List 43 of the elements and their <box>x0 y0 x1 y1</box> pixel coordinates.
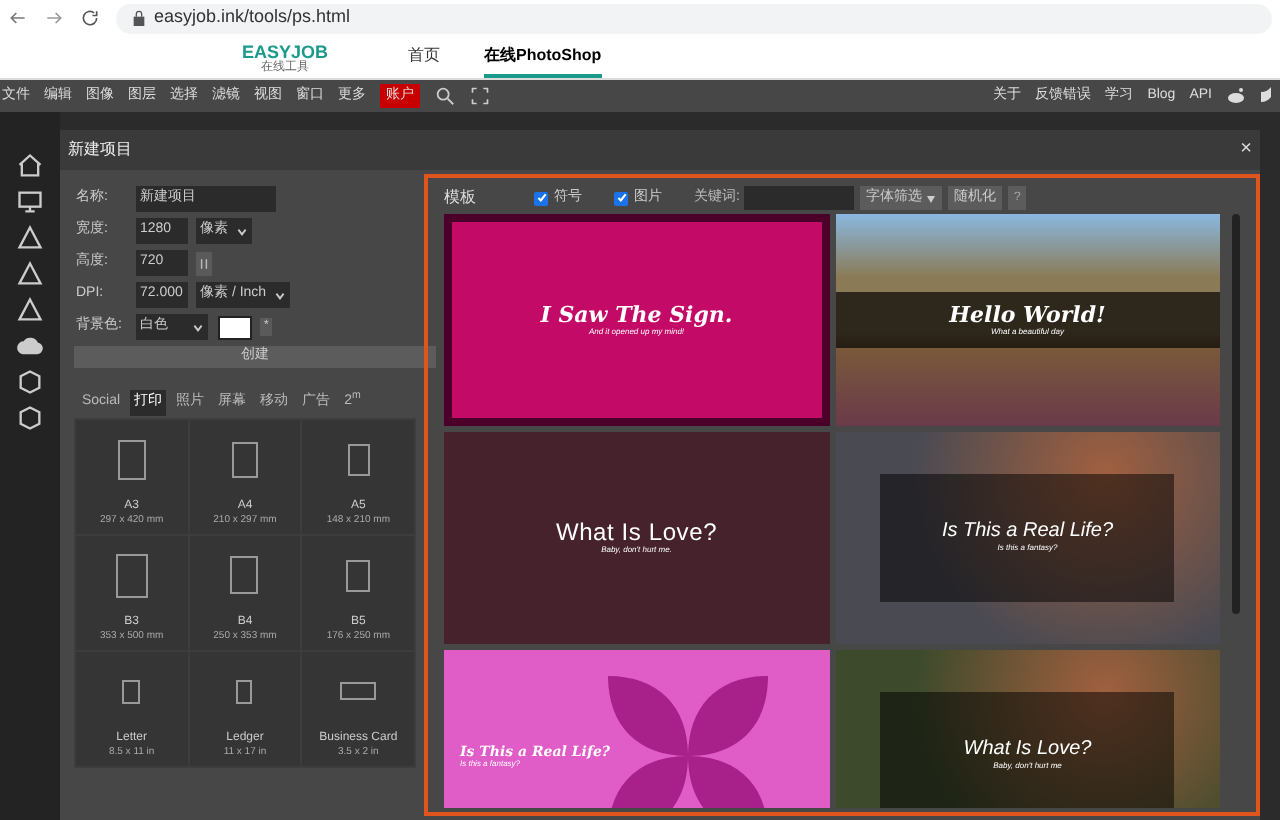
search-icon[interactable] <box>434 82 456 110</box>
caret-icon <box>236 225 248 237</box>
cloud-icon[interactable] <box>16 332 44 360</box>
page-icon <box>236 679 253 704</box>
template-title: Hello World! <box>949 303 1106 325</box>
color-swatch[interactable] <box>218 315 252 339</box>
address-bar[interactable]: easyjob.ink/tools/ps.html <box>116 3 1272 33</box>
box-icon[interactable] <box>16 404 44 432</box>
page-icon <box>117 439 146 480</box>
page-icon <box>231 441 258 478</box>
triangle-icon[interactable] <box>16 224 44 252</box>
page-icon <box>340 682 377 701</box>
caret-icon <box>274 289 287 301</box>
nav-link[interactable]: 首页 <box>408 36 441 78</box>
template-title: What Is Love? <box>963 740 1092 760</box>
logo-text: EASYJOB <box>242 44 329 62</box>
page-icon <box>122 679 141 704</box>
home-icon[interactable] <box>16 152 44 180</box>
page-icon <box>346 559 371 592</box>
fullscreen-icon[interactable] <box>470 82 490 110</box>
dialog-title: 新建项目 <box>68 138 132 162</box>
lock-icon <box>132 10 146 26</box>
template-title: Is This a Real Life? <box>941 522 1114 542</box>
templates-title: 模板 <box>444 186 476 210</box>
triangle-icon[interactable] <box>16 260 44 288</box>
page-icon <box>115 553 148 598</box>
caret-icon <box>192 321 204 333</box>
checkbox[interactable] <box>534 191 548 205</box>
close-button[interactable]: × <box>1240 140 1252 160</box>
monitor-icon[interactable] <box>16 188 44 216</box>
template-title: What Is Love? <box>555 520 718 544</box>
page-icon <box>230 556 259 595</box>
box-icon[interactable] <box>16 368 44 396</box>
url-text: easyjob.ink/tools/ps.html <box>154 4 351 31</box>
swap-button[interactable] <box>196 251 212 275</box>
template-title: I Saw The Sign. <box>540 303 733 325</box>
keyword-field[interactable] <box>743 186 854 210</box>
swap-icon <box>198 257 210 269</box>
page-icon <box>347 443 370 476</box>
triangle-icon[interactable] <box>16 296 44 324</box>
checkbox[interactable] <box>614 191 628 205</box>
scrollbar[interactable] <box>1232 214 1240 614</box>
caret-icon <box>925 193 936 203</box>
